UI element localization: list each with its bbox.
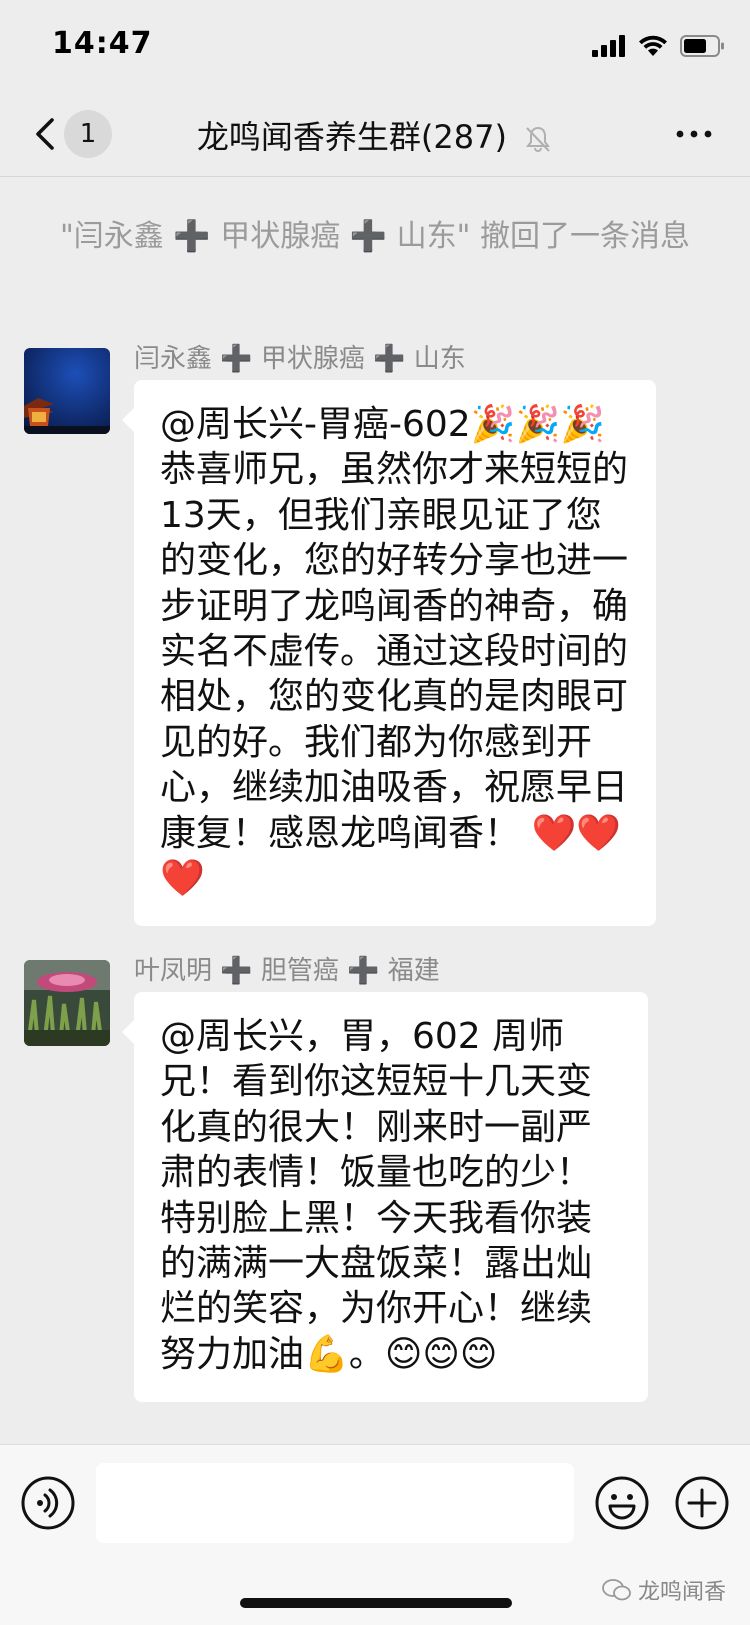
status-time: 14:47	[52, 26, 153, 61]
mute-bell-icon	[526, 126, 551, 152]
emoji-button[interactable]	[594, 1475, 650, 1531]
message-input[interactable]	[96, 1463, 574, 1543]
avatar-image	[24, 348, 110, 434]
message-text: @周长兴，胃，602 周师兄！看到你这短短十几天变化真的很大！刚来时一副严肃的表…	[160, 1016, 593, 1375]
chat-title: 龙鸣闻香养生群(287)	[196, 118, 507, 156]
avatar-image	[24, 960, 110, 1046]
recall-notice: "闫永鑫 ➕ 甲状腺癌 ➕ 山东" 撤回了一条消息	[60, 219, 690, 254]
battery-icon	[680, 35, 724, 57]
status-bar: 14:47	[0, 0, 750, 92]
cellular-signal-icon	[592, 35, 625, 57]
chat-title-row: 龙鸣闻香养生群(287)	[0, 112, 750, 158]
wechat-logo-icon	[602, 1579, 631, 1601]
more-functions-plus-button[interactable]	[674, 1475, 730, 1531]
sender-name: 叶凤明 ➕ 胆管癌 ➕ 福建	[134, 956, 440, 986]
message-text: @周长兴-胃癌-602🎉🎉🎉 恭喜师兄，虽然你才来短短的13天，但我们亲眼见证了…	[160, 404, 629, 900]
avatar[interactable]	[24, 960, 110, 1046]
status-icons	[592, 32, 726, 60]
voice-input-button[interactable]	[20, 1475, 76, 1531]
avatar[interactable]	[24, 348, 110, 434]
message-bubble[interactable]: @周长兴-胃癌-602🎉🎉🎉 恭喜师兄，虽然你才来短短的13天，但我们亲眼见证了…	[122, 380, 656, 926]
wifi-icon	[639, 35, 667, 56]
message-bubble[interactable]: @周长兴，胃，602 周师兄！看到你这短短十几天变化真的很大！刚来时一副严肃的表…	[122, 992, 648, 1402]
watermark-text: 龙鸣闻香	[637, 1580, 726, 1605]
watermark: 龙鸣闻香	[602, 1574, 726, 1606]
more-options-button[interactable]	[674, 124, 714, 144]
home-indicator[interactable]	[240, 1598, 512, 1608]
sender-name: 闫永鑫 ➕ 甲状腺癌 ➕ 山东	[134, 344, 466, 374]
chat-header: 1 龙鸣闻香养生群(287)	[0, 92, 750, 177]
